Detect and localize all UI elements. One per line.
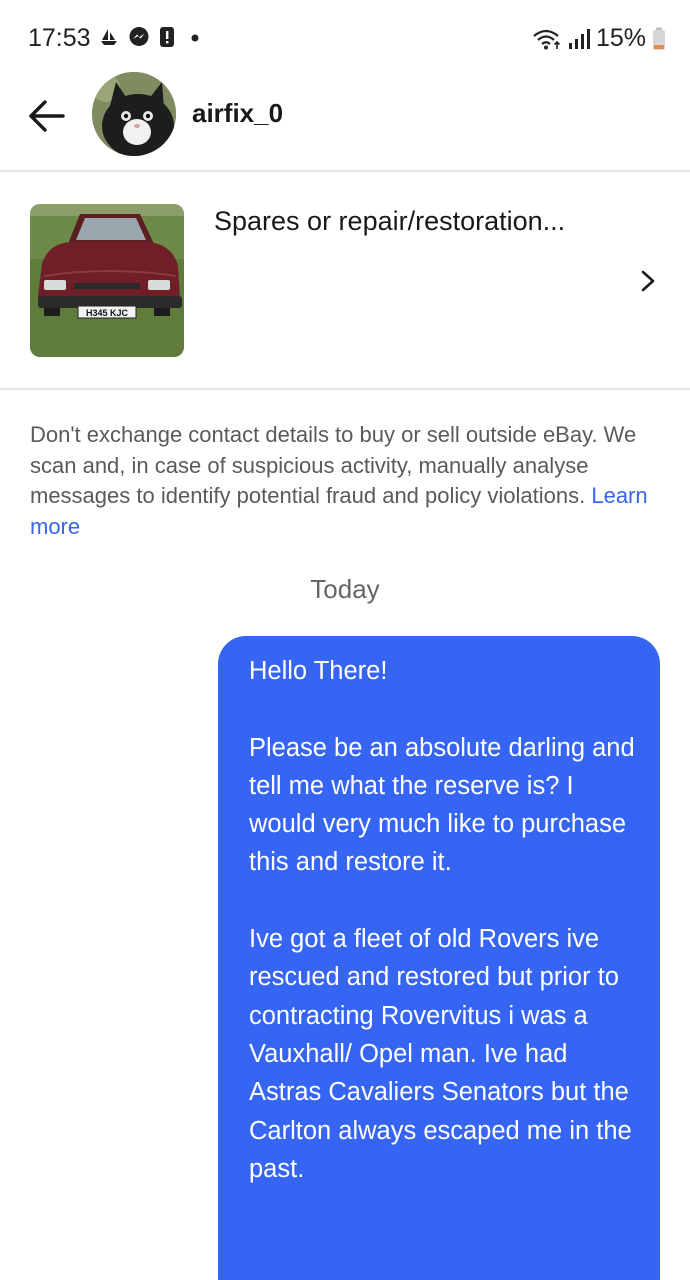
message-paragraph: Hello There! xyxy=(249,657,388,685)
battery-icon xyxy=(653,27,665,50)
signal-icon xyxy=(568,28,590,49)
message-bubble[interactable]: Hello There! Please be an absolute darli… xyxy=(218,636,660,1280)
status-right: 15% xyxy=(532,24,666,53)
safety-notice-text: Don't exchange contact details to buy or… xyxy=(30,422,637,508)
avatar[interactable] xyxy=(92,72,176,156)
wifi-icon xyxy=(533,29,561,49)
boat-notification-icon xyxy=(101,29,117,45)
dot-icon xyxy=(191,34,199,42)
back-button[interactable] xyxy=(22,92,70,140)
arrow-left-icon xyxy=(29,100,65,132)
alert-icon xyxy=(160,27,174,47)
date-separator: Today xyxy=(310,574,380,604)
cat-avatar-image xyxy=(92,72,176,156)
message-paragraph: Please be an absolute darling and tell m… xyxy=(249,733,635,877)
chevron-right-icon xyxy=(641,270,655,292)
safety-notice: Don't exchange contact details to buy or… xyxy=(30,420,660,542)
messenger-icon xyxy=(129,27,149,46)
status-time: 17:53 xyxy=(28,24,91,52)
car-image: H345 KJC xyxy=(30,204,184,357)
conversation-header: airfix_0 xyxy=(0,70,690,172)
message-paragraph: Ive got a fleet of old Rovers ive rescue… xyxy=(249,925,632,1183)
notification-icons xyxy=(98,26,206,48)
username[interactable]: airfix_0 xyxy=(192,98,283,129)
listing-card[interactable]: H345 KJC Spares or repair/restoration... xyxy=(0,174,690,390)
listing-title: Spares or repair/restoration... xyxy=(214,206,566,236)
listing-thumbnail: H345 KJC xyxy=(30,204,184,357)
status-bar: 17:53 15% xyxy=(0,0,690,78)
battery-percentage: 15% xyxy=(595,24,646,52)
number-plate: H345 KJC xyxy=(86,308,129,318)
